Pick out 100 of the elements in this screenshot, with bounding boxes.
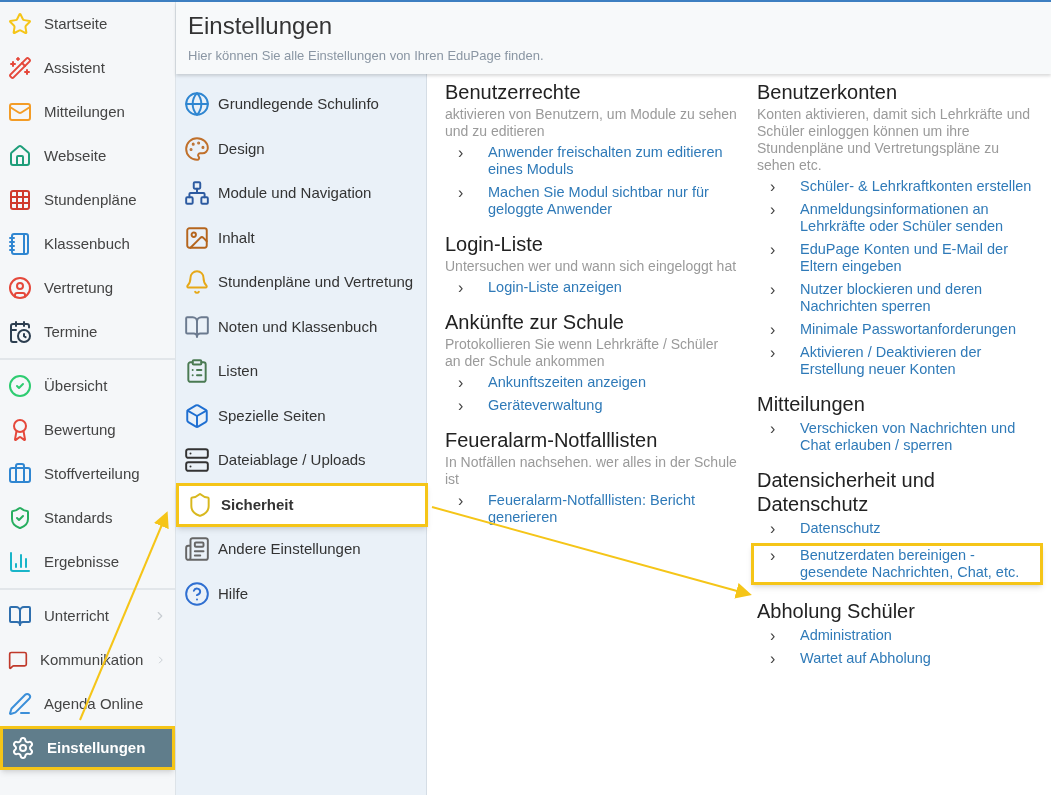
chevron-icon: › [757,650,800,667]
settings-menu-item[interactable]: Hilfe [176,571,426,616]
briefcase-icon [8,462,32,486]
section-title: Login-Liste [445,232,544,256]
sidebar-item[interactable]: Standards [0,496,175,540]
chevron-icon: › [757,201,800,218]
settings-link[interactable]: Anmeldungsinformationen an Lehrkräfte oder Schüler senden [800,201,1037,235]
chevron-icon: › [445,492,488,509]
bell-icon [184,269,210,296]
chevron-icon: › [757,321,800,338]
chevron-icon: › [757,178,800,195]
chevron-icon: › [757,627,800,644]
settings-link[interactable]: Aktivieren / Deaktivieren der Erstellung neuer Konten [800,344,1037,378]
section-title: Ankünfte zur Schule [445,310,625,334]
settings-link[interactable]: EduPage Konten und E-Mail der Eltern eingeben [800,241,1037,275]
notebook-icon [8,232,32,256]
person-icon [8,276,32,300]
section-description: Protokollieren Sie wenn Lehrkräfte / Schüler an der Schule ankommen [445,336,720,370]
settings-link[interactable]: Datenschutz [800,520,881,537]
settings-link[interactable]: Anwender freischalten zum editieren eines Moduls [488,144,737,178]
settings-link[interactable]: Geräteverwaltung [488,397,603,414]
settings-link[interactable]: Wartet auf Abholung [800,650,931,667]
sidebar-item[interactable]: Vertretung [0,266,175,310]
section-title: Datensicherheit und Datenschutz [757,468,936,516]
settings-icon [11,736,35,760]
chevron-icon: › [757,241,800,258]
section-description: aktivieren von Benutzern, um Module zu sehen und zu editieren [445,106,737,140]
section-title: Abholung Schüler [757,599,916,623]
chevron-icon: › [757,520,800,537]
magic-wand-icon [8,56,32,80]
pen-icon [8,692,32,716]
settings-menu-item[interactable]: Spezielle Seiten [176,393,426,438]
settings-menu-item[interactable]: Dateiablage / Uploads [176,438,426,483]
chevron-icon: › [445,374,488,391]
palette-icon [184,135,210,162]
chevron-icon: › [757,547,800,564]
sidebar-item[interactable]: Klassenbuch [0,222,175,266]
house-icon [8,144,32,168]
settings-menu-item[interactable]: Listen [176,349,426,394]
section-title: Benutzerkonten [757,80,899,104]
chevron-icon: › [445,144,488,161]
open-book-icon [8,604,32,628]
settings-link[interactable]: Schüler- & Lehrkraftkonten erstellen [800,178,1032,195]
settings-link[interactable]: Feueralarm-Notfalllisten: Bericht generieren [488,492,737,526]
section-description: Untersuchen wer und wann sich eingeloggt hat [445,258,737,275]
settings-menu-item[interactable]: Stundenpläne und Vertretung [176,260,426,305]
settings-menu-item[interactable]: Design [176,126,426,171]
chevron-icon: › [757,344,800,361]
sidebar-item[interactable]: Stoffverteilung [0,452,175,496]
newspaper-icon [184,536,210,563]
chevron-icon: › [757,281,800,298]
section-title: Mitteilungen [757,392,866,416]
section-title: Feueralarm-Notfalllisten [445,428,659,452]
settings-link[interactable]: Benutzerdaten bereinigen - gesendete Nachrichten, Chat, etc. [800,547,1040,581]
shield-check-icon [8,506,32,530]
calendar-grid-icon [8,188,32,212]
chevron-icon: › [757,420,800,437]
section-description: In Notfällen nachsehen. wer alles in der Schule ist [445,454,737,488]
settings-link[interactable]: Administration [800,627,892,644]
settings-menu-item[interactable]: Sicherheit [176,482,428,527]
calendar-clock-icon [8,320,32,344]
settings-menu-item[interactable]: Module und Navigation [176,171,426,216]
settings-link[interactable]: Ankunftszeiten anzeigen [488,374,646,391]
chevron-icon: › [445,279,488,296]
sidebar-item[interactable]: Übersicht [0,364,175,408]
star-icon [8,12,32,36]
globe-icon [184,91,210,118]
sidebar-item[interactable]: Bewertung [0,408,175,452]
sidebar-item[interactable]: Ergebnisse [0,540,175,584]
sidebar-item[interactable]: Assistent [0,46,175,90]
shield-icon [187,491,213,518]
help-icon [184,580,210,607]
chevron-icon: › [445,397,488,414]
sidebar-item[interactable]: Mitteilungen [0,90,175,134]
settings-menu-item[interactable]: Grundlegende Schulinfo [176,82,426,127]
envelope-icon [8,100,32,124]
settings-menu-item[interactable]: Noten und Klassenbuch [176,304,426,349]
settings-menu-item[interactable]: Andere Einstellungen [176,527,426,572]
page-title: Einstellungen [188,11,334,41]
sidebar-item[interactable]: Startseite [0,2,175,46]
sidebar-item[interactable]: Stundenpläne [0,178,175,222]
check-circle-icon [8,374,32,398]
network-icon [184,180,210,207]
chevron-icon: › [445,184,488,201]
section-description: Konten aktivieren, damit sich Lehrkräfte und Schüler einloggen können um ihre Stundenpläne und Vertretungspläne zu sehen etc. [757,106,1032,174]
cube-icon [184,402,210,429]
sidebar-item[interactable]: Webseite [0,134,175,178]
server-icon [184,447,210,474]
settings-link[interactable]: Nutzer blockieren und deren Nachrichten sperren [800,281,1037,315]
bar-chart-icon [8,550,32,574]
settings-menu-item[interactable]: Inhalt [176,215,426,260]
sidebar-item[interactable]: Termine [0,310,175,354]
page-subtitle: Hier können Sie alle Einstellungen von Ihren EduPage finden. [188,47,545,65]
section-title: Benutzerrechte [445,80,582,104]
settings-link[interactable]: Verschicken von Nachrichten und Chat erlauben / sperren [800,420,1037,454]
settings-link[interactable]: Machen Sie Modul sichtbar nur für geloggte Anwender [488,184,737,218]
settings-link[interactable]: Login-Liste anzeigen [488,279,622,296]
settings-link[interactable]: Minimale Passwortanforderungen [800,321,1016,338]
sidebar-item[interactable]: Unterricht [0,594,175,638]
sidebar-item[interactable]: Einstellungen [0,726,175,770]
